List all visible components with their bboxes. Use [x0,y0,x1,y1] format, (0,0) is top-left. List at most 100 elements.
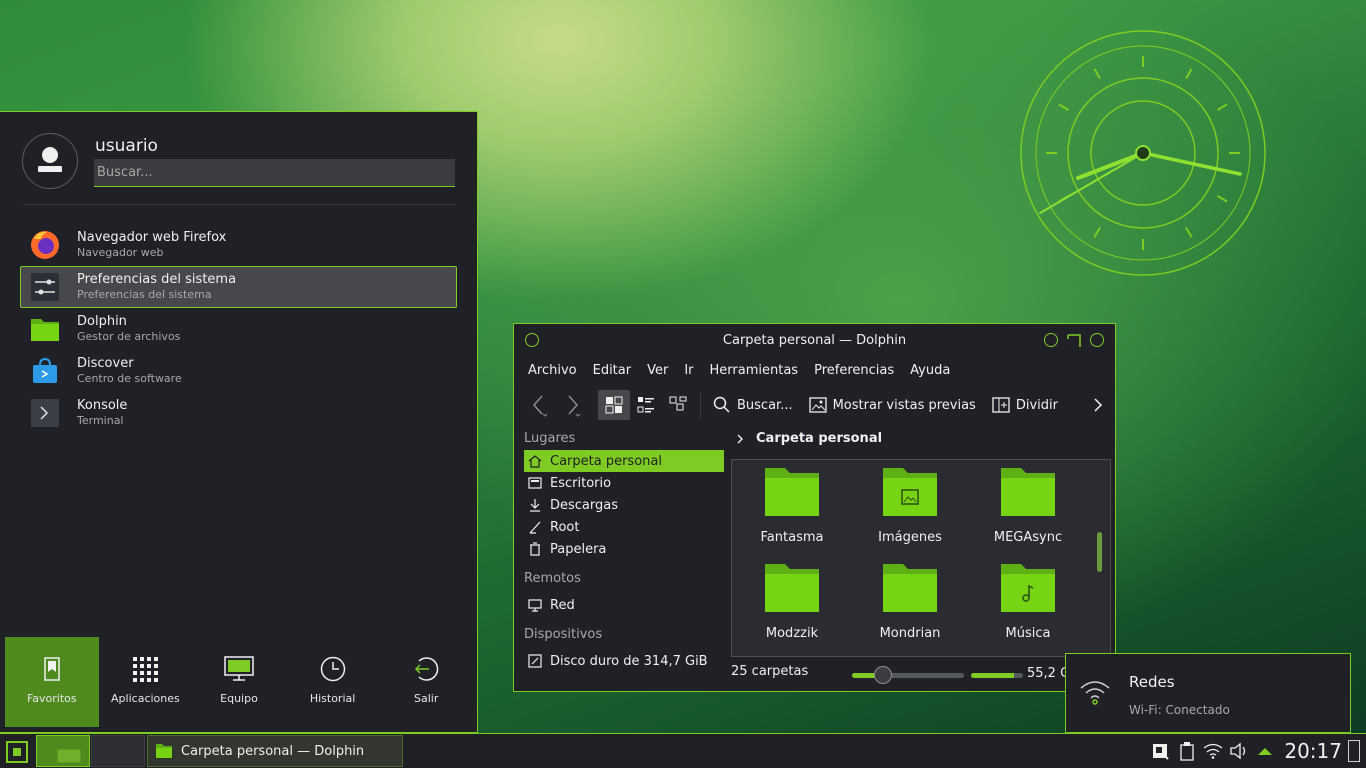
folder-icon [31,319,59,341]
folder-item[interactable]: Modzzik [742,562,842,641]
desktop-1[interactable] [36,735,90,767]
place-root[interactable]: Root [524,516,724,538]
tab-applications[interactable]: Aplicaciones [99,637,193,727]
search-button[interactable]: Buscar... [707,390,799,420]
menu-archivo[interactable]: Archivo [520,360,585,382]
place-hard-disk[interactable]: Disco duro de 314,7 GiB [524,650,724,672]
maximize-button[interactable] [1067,333,1081,347]
favorite-dolphin[interactable]: Dolphin Gestor de archivos [20,308,457,350]
tray-expand[interactable] [1254,740,1276,762]
logout-icon [415,657,439,681]
folder-item[interactable]: Mondrian [860,562,960,641]
place-home[interactable]: Carpeta personal [524,450,724,472]
zoom-slider[interactable] [852,673,964,678]
menu-preferencias[interactable]: Preferencias [806,360,902,382]
favorite-subtitle: Centro de software [77,372,182,386]
folder-item[interactable]: Música [978,562,1078,641]
favorite-title: Navegador web Firefox [77,229,227,245]
forward-button[interactable] [556,390,590,420]
wifi-icon [1203,743,1223,759]
tray-network[interactable] [1202,740,1224,762]
close-button[interactable] [1090,333,1104,347]
user-avatar[interactable] [22,133,78,189]
network-title: Redes [1129,673,1175,691]
split-view-icon [992,397,1010,413]
network-monitor-icon [528,599,542,612]
menu-ver[interactable]: Ver [639,360,676,382]
folder-item[interactable]: Fantasma [742,466,842,545]
launcher-divider [22,204,456,205]
compact-view-button[interactable] [630,390,662,420]
breadcrumb[interactable]: Carpeta personal [734,431,882,446]
details-view-button[interactable] [662,390,694,420]
tab-history[interactable]: Historial [286,637,380,727]
tab-label: Aplicaciones [111,692,180,705]
icons-view-button[interactable] [598,390,630,420]
zoom-slider-handle[interactable] [874,666,893,684]
tab-favorites[interactable]: Favoritos [5,637,99,727]
folder-icon [883,468,937,516]
menu-bar: Archivo Editar Ver Ir Herramientas Prefe… [520,360,958,382]
menu-ir[interactable]: Ir [676,360,701,382]
user-name: usuario [95,136,158,156]
clock-hour-tick [1093,68,1101,80]
application-launcher-button[interactable] [6,741,28,763]
taskbar: Carpeta personal — Dolphin 20:17 [0,733,1366,768]
tray-notes[interactable] [1150,740,1172,762]
favorite-system-settings[interactable]: Preferencias del sistema Preferencias de… [20,266,457,308]
menu-editar[interactable]: Editar [585,360,640,382]
show-desktop-button[interactable] [1348,740,1360,762]
folder-name: Imágenes [878,530,942,545]
clipboard-icon [1180,742,1195,761]
tray-volume[interactable] [1228,740,1250,762]
favorite-firefox[interactable]: Navegador web Firefox Navegador web [20,224,457,266]
minimize-button[interactable] [1044,333,1058,347]
firefox-icon [31,231,59,259]
tray-clipboard[interactable] [1176,740,1198,762]
disk-usage-fill [971,673,1014,678]
tab-leave[interactable]: Salir [379,637,473,727]
download-icon [530,499,540,512]
folder-icon [765,564,819,612]
place-desktop[interactable]: Escritorio [524,472,724,494]
back-button[interactable] [522,390,556,420]
disk-usage-bar [971,673,1023,678]
show-previews-button[interactable]: Mostrar vistas previas [803,390,982,420]
place-network[interactable]: Red [524,594,724,616]
place-label: Escritorio [550,475,612,491]
folder-name: Modzzik [765,626,819,641]
file-view-scrollbar[interactable] [1097,532,1102,572]
places-heading: Lugares [524,431,576,446]
folder-item[interactable]: Imágenes [860,466,960,545]
task-dolphin[interactable]: Carpeta personal — Dolphin [147,735,403,767]
favorite-discover[interactable]: Discover Centro de software [20,350,457,392]
toolbar: Buscar... Mostrar vistas previas Dividir [522,388,1110,422]
chevron-right-icon [1094,398,1103,412]
search-icon [713,396,730,413]
launcher-square-icon [13,748,21,756]
bookmark-icon [44,657,60,681]
clock-hour-tick [1093,226,1101,238]
maximize-icon [1067,334,1081,347]
split-button[interactable]: Dividir [986,390,1064,420]
network-notification[interactable]: Redes Wi-Fi: Conectado [1065,653,1351,733]
trash-icon [530,542,540,556]
folder-item[interactable]: MEGAsync [978,466,1078,545]
clock-icon [320,656,345,682]
menu-ayuda[interactable]: Ayuda [902,360,958,382]
wifi-icon [1080,681,1110,705]
icons-view-icon [605,396,623,414]
toolbar-overflow-button[interactable] [1086,390,1110,420]
desktop-2[interactable] [91,735,145,767]
place-trash[interactable]: Papelera [524,538,724,560]
taskbar-clock[interactable]: 20:17 [1284,739,1342,763]
file-view[interactable]: Fantasma Imágenes MEGAsync Modzzik Mondr… [731,459,1111,657]
launcher-search-input[interactable] [94,159,455,187]
favorite-konsole[interactable]: Konsole Terminal [20,392,457,434]
menu-herramientas[interactable]: Herramientas [702,360,807,382]
folder-name: Fantasma [760,530,824,545]
folder-name: Música [1005,626,1051,641]
place-downloads[interactable]: Descargas [524,494,724,516]
folder-icon [156,744,172,758]
tab-computer[interactable]: Equipo [192,637,286,727]
